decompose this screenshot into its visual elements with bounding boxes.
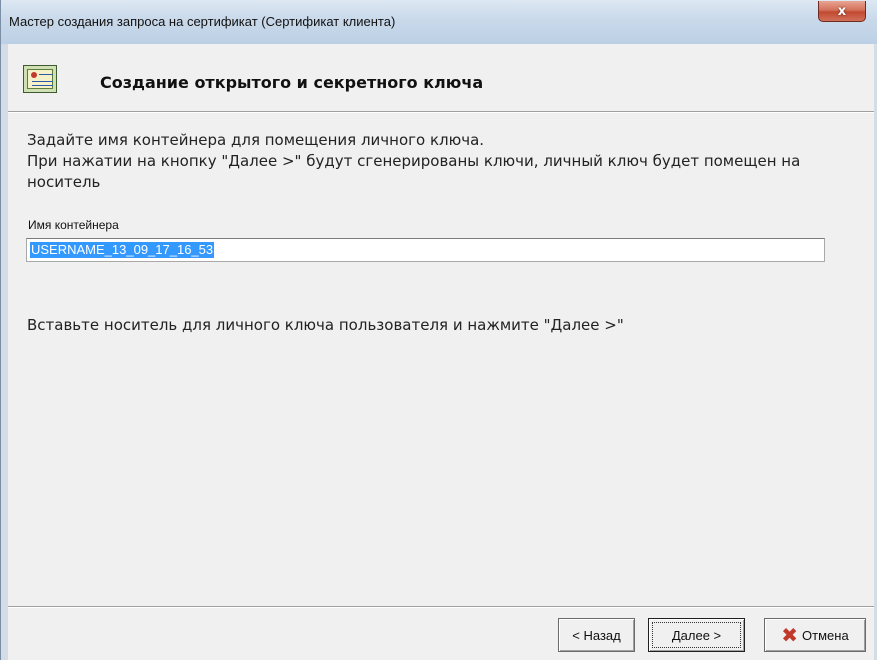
container-name-field[interactable]: USERNAME_13_09_17_16_53 [26,238,825,262]
wizard-header: Создание открытого и секретного ключа [8,44,874,113]
insert-media-prompt: Вставьте носитель для личного ключа поль… [27,316,624,334]
back-button-label: < Назад [572,627,621,643]
window-title: Мастер создания запроса на сертификат (С… [9,14,396,29]
cancel-button-label: Отмена [802,627,849,643]
certificate-icon [23,65,57,93]
instruction-line-1: Задайте имя контейнера для помещения лич… [27,131,485,149]
container-name-input[interactable] [26,238,825,262]
cancel-icon: ✖ [781,623,799,647]
title-bar[interactable]: Мастер создания запроса на сертификат (С… [1,0,877,44]
container-name-label: Имя контейнера [28,218,119,232]
close-icon: x [837,3,847,19]
instruction-text: Задайте имя контейнера для помещения лич… [27,130,847,193]
next-button-label: Далее > [671,627,722,643]
next-button[interactable]: Далее > [648,618,745,652]
page-title: Создание открытого и секретного ключа [100,73,484,92]
instruction-line-2: При нажатии на кнопку "Далее >" будут сг… [27,152,801,191]
footer-divider [8,606,874,608]
cancel-button[interactable]: ✖ Отмена [764,618,866,652]
wizard-window: Мастер создания запроса на сертификат (С… [0,0,877,660]
close-button[interactable]: x [818,1,866,22]
back-button[interactable]: < Назад [558,618,635,652]
dialog-client-area: Создание открытого и секретного ключа За… [8,44,874,660]
